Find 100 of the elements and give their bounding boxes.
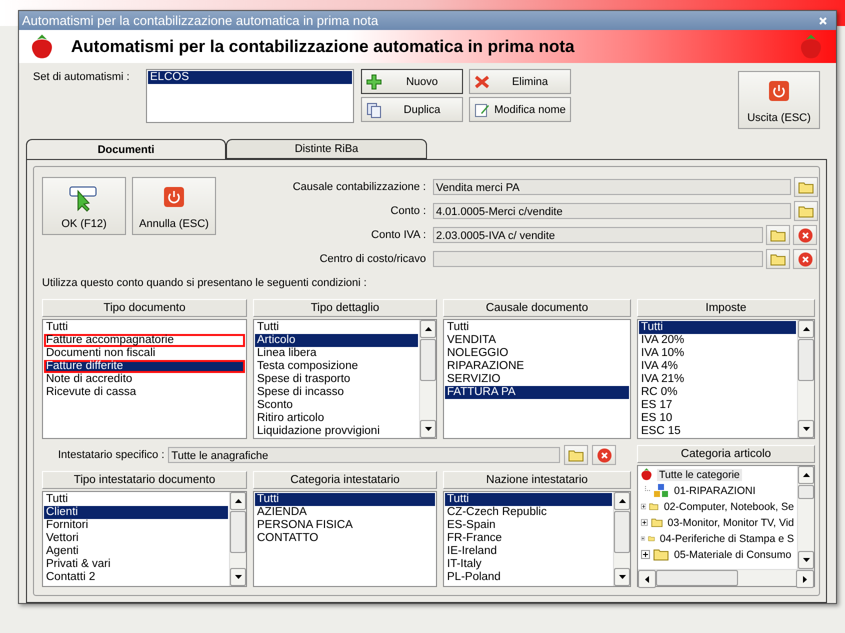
list-item[interactable]: Note di accredito bbox=[44, 373, 245, 386]
scroll-thumb[interactable] bbox=[798, 485, 814, 499]
list-item[interactable]: Tutti bbox=[639, 321, 796, 334]
action-button[interactable]: Duplica bbox=[361, 97, 463, 122]
list-item[interactable]: Tutti bbox=[44, 493, 228, 506]
list-item[interactable]: Contatti 2 bbox=[44, 571, 228, 584]
list-item[interactable]: Tutti bbox=[445, 321, 629, 334]
arrow-up-icon[interactable] bbox=[424, 327, 432, 331]
list-item[interactable]: Privati & vari bbox=[44, 558, 228, 571]
cancel-button[interactable]: Annulla (ESC) bbox=[132, 177, 216, 235]
list-item[interactable]: ES-Spain bbox=[445, 519, 612, 532]
list-item[interactable]: CONTATTO bbox=[255, 532, 435, 545]
list-item[interactable]: Clienti bbox=[44, 506, 228, 519]
list-item[interactable]: ES 10 bbox=[639, 412, 796, 425]
list-item[interactable]: Sconto bbox=[255, 399, 418, 412]
list-item[interactable]: Tutti bbox=[255, 493, 435, 506]
arrow-down-icon[interactable] bbox=[424, 427, 432, 431]
list-item[interactable]: AZIENDA bbox=[255, 506, 435, 519]
scroll-thumb[interactable] bbox=[230, 511, 246, 553]
list-item[interactable]: Liquidazione provvigioni bbox=[255, 425, 418, 438]
input-field[interactable]: Tutte le anagrafiche bbox=[168, 447, 560, 463]
input-field[interactable]: 2.03.0005-IVA c/ vendite bbox=[433, 227, 763, 243]
input-field[interactable]: 4.01.0005-Merci c/vendite bbox=[433, 203, 791, 219]
horizontal-scrollbar[interactable] bbox=[638, 569, 814, 586]
expand-icon[interactable] bbox=[641, 534, 645, 543]
list-item[interactable]: ELCOS bbox=[148, 71, 352, 84]
list-item[interactable]: NOLEGGIO bbox=[445, 347, 629, 360]
list-item[interactable]: Tutti bbox=[255, 321, 418, 334]
input-field[interactable] bbox=[433, 251, 763, 267]
list-item[interactable]: Documenti non fiscali bbox=[44, 347, 245, 360]
scrollbar[interactable] bbox=[229, 492, 246, 586]
expand-icon[interactable] bbox=[641, 518, 648, 527]
tree-item[interactable]: 02-Computer, Notebook, Se bbox=[662, 500, 796, 512]
list-item[interactable]: RC 0% bbox=[639, 386, 796, 399]
clear-button[interactable] bbox=[793, 249, 817, 269]
browse-button[interactable] bbox=[794, 177, 818, 197]
arrow-up-icon[interactable] bbox=[802, 327, 810, 331]
list-item[interactable]: Vettori bbox=[44, 532, 228, 545]
browse-button[interactable] bbox=[564, 445, 588, 465]
list-item[interactable]: Fatture differite bbox=[44, 360, 245, 373]
arrow-right-icon[interactable] bbox=[803, 576, 807, 582]
arrow-down-icon[interactable] bbox=[802, 427, 810, 431]
arrow-up-icon[interactable] bbox=[618, 499, 626, 503]
list-item[interactable]: SERVIZIO bbox=[445, 373, 629, 386]
scroll-thumb[interactable] bbox=[614, 511, 630, 553]
tree-item[interactable]: Tutte le categorie bbox=[657, 468, 742, 480]
arrow-down-icon[interactable] bbox=[234, 575, 242, 579]
input-field[interactable]: Vendita merci PA bbox=[433, 179, 791, 195]
scrollbar[interactable] bbox=[797, 466, 814, 569]
list-item[interactable]: PERSONA FISICA bbox=[255, 519, 435, 532]
list-item[interactable]: PL-Poland bbox=[445, 571, 612, 584]
exit-button[interactable]: Uscita (ESC) bbox=[738, 71, 820, 129]
list-item[interactable]: IVA 21% bbox=[639, 373, 796, 386]
scrollbar[interactable] bbox=[797, 320, 814, 438]
clear-button[interactable] bbox=[592, 445, 616, 465]
scrollbar[interactable] bbox=[613, 492, 630, 586]
tree-item[interactable]: 03-Monitor, Monitor TV, Vid bbox=[666, 516, 796, 528]
list-item[interactable]: Spese di incasso bbox=[255, 386, 418, 399]
ok-button[interactable]: OK (F12) bbox=[42, 177, 126, 235]
list-item[interactable]: Fornitori bbox=[44, 519, 228, 532]
clear-button[interactable] bbox=[793, 225, 817, 245]
list-item[interactable]: FATTURA PA bbox=[445, 386, 629, 399]
tab[interactable]: Distinte RiBa bbox=[226, 139, 427, 159]
action-button[interactable]: Modifica nome bbox=[469, 97, 571, 122]
list-item[interactable]: Ricevute di cassa bbox=[44, 386, 245, 399]
list-item[interactable]: IVA 20% bbox=[639, 334, 796, 347]
list-item[interactable]: VENDITA bbox=[445, 334, 629, 347]
scroll-thumb[interactable] bbox=[798, 339, 814, 381]
list-item[interactable]: CZ-Czech Republic bbox=[445, 506, 612, 519]
arrow-down-icon[interactable] bbox=[618, 575, 626, 579]
list-item[interactable]: Spese di trasporto bbox=[255, 373, 418, 386]
list-item[interactable]: Linea libera bbox=[255, 347, 418, 360]
arrow-up-icon[interactable] bbox=[802, 473, 810, 477]
list-item[interactable]: IVA 4% bbox=[639, 360, 796, 373]
list-item[interactable]: Testa composizione bbox=[255, 360, 418, 373]
arrow-down-icon[interactable] bbox=[802, 558, 810, 562]
arrow-up-icon[interactable] bbox=[234, 499, 242, 503]
list-item[interactable]: Fatture accompagnatorie bbox=[44, 334, 245, 347]
list-item[interactable]: Agenti bbox=[44, 545, 228, 558]
browse-button[interactable] bbox=[766, 249, 790, 269]
arrow-left-icon[interactable] bbox=[645, 576, 649, 582]
list-item[interactable]: ES 17 bbox=[639, 399, 796, 412]
tree-item[interactable]: 05-Materiale di Consumo bbox=[672, 548, 794, 560]
list-item[interactable]: IE-Ireland bbox=[445, 545, 612, 558]
list-item[interactable]: Ritiro articolo bbox=[255, 412, 418, 425]
scrollbar[interactable] bbox=[419, 320, 436, 438]
list-item[interactable]: Tutti bbox=[44, 321, 245, 334]
scroll-thumb[interactable] bbox=[420, 339, 436, 381]
list-item[interactable]: IVA 10% bbox=[639, 347, 796, 360]
expand-icon[interactable] bbox=[641, 502, 646, 511]
action-button[interactable]: Nuovo bbox=[361, 69, 463, 94]
tab[interactable]: Documenti bbox=[26, 139, 226, 160]
tree-item[interactable]: 01-RIPARAZIONI bbox=[672, 484, 758, 496]
action-button[interactable]: Elimina bbox=[469, 69, 571, 94]
tree-item[interactable]: 04-Periferiche di Stampa e S bbox=[658, 532, 796, 544]
browse-button[interactable] bbox=[794, 201, 818, 221]
expand-icon[interactable] bbox=[641, 550, 650, 559]
browse-button[interactable] bbox=[766, 225, 790, 245]
list-item[interactable]: Articolo bbox=[255, 334, 418, 347]
list-item[interactable]: FR-France bbox=[445, 532, 612, 545]
